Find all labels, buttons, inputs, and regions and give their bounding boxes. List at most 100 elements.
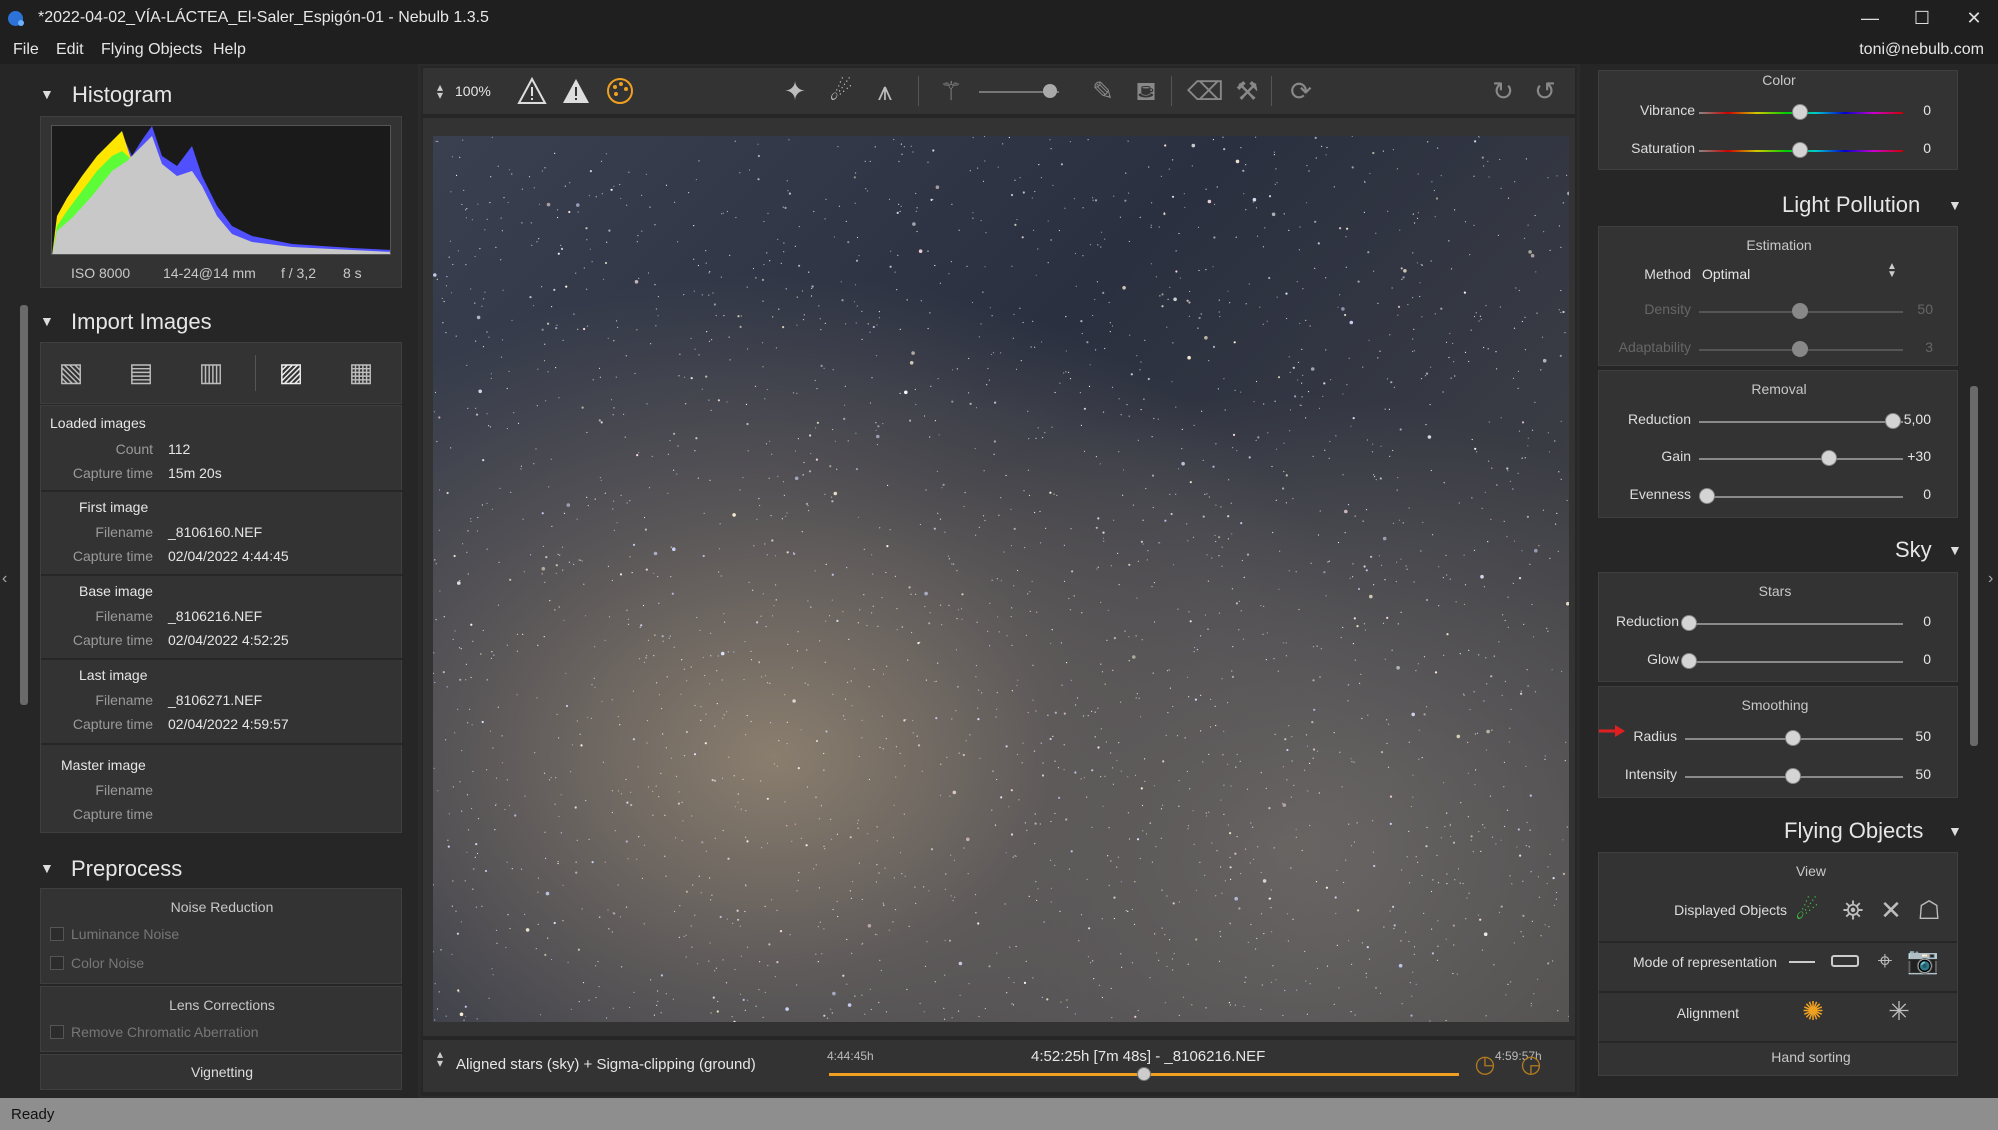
refresh-icon[interactable]: ⟳	[1285, 76, 1317, 106]
mode-spinner-icon[interactable]: ▴ ▾	[437, 1048, 443, 1069]
intensity-knob[interactable]	[1785, 768, 1801, 784]
capture-time-label: Capture time	[72, 632, 153, 648]
minimize-button[interactable]: —	[1850, 6, 1890, 30]
intensity-value[interactable]: 50	[1891, 766, 1931, 782]
zoom-level[interactable]: 100%	[455, 83, 491, 99]
adaptability-knob[interactable]	[1792, 341, 1808, 357]
collapse-triangle-icon[interactable]: ▼	[40, 860, 54, 876]
evenness-knob[interactable]	[1699, 488, 1715, 504]
broom-icon[interactable]: ⚒	[1231, 76, 1263, 106]
milky-way-image[interactable]	[433, 136, 1569, 1022]
stars-icon[interactable]: ✦	[779, 76, 811, 106]
reduction-slider[interactable]	[1699, 421, 1903, 423]
left-scrollbar[interactable]	[20, 305, 28, 705]
satellite-icon[interactable]: ✕	[1875, 895, 1907, 925]
vibrance-knob[interactable]	[1792, 104, 1808, 120]
box-mode-icon[interactable]	[1831, 955, 1859, 967]
gain-knob[interactable]	[1821, 450, 1837, 466]
chromatic-aberration-checkbox[interactable]	[50, 1025, 64, 1039]
gain-slider[interactable]	[1699, 458, 1903, 460]
stacking-mode[interactable]: Aligned stars (sky) + Sigma-clipping (gr…	[456, 1056, 756, 1073]
collapse-left-icon[interactable]: ‹	[2, 570, 7, 588]
vibrance-value[interactable]: 0	[1891, 102, 1931, 118]
milky-way-icon[interactable]: ☄	[825, 76, 857, 106]
brush-icon[interactable]: ✎	[1087, 76, 1119, 106]
collapse-triangle-icon[interactable]: ▼	[40, 313, 54, 329]
redo-icon[interactable]: ↻	[1487, 76, 1519, 106]
reduction-value[interactable]: 5,00	[1891, 411, 1931, 427]
menu-flying-objects[interactable]: Flying Objects	[101, 41, 202, 59]
close-button[interactable]: ✕	[1954, 6, 1994, 30]
luminance-noise-checkbox[interactable]	[50, 927, 64, 941]
clipboard-icon[interactable]: ▥	[195, 357, 227, 387]
luminance-noise-label: Luminance Noise	[71, 926, 180, 942]
import-folder-icon[interactable]: ▤	[125, 357, 157, 387]
brush-size-knob[interactable]	[1043, 84, 1057, 98]
method-select[interactable]: Optimal	[1702, 266, 1750, 282]
gain-value[interactable]: +30	[1891, 448, 1931, 464]
menu-file[interactable]: File	[13, 41, 39, 59]
import-photos-icon[interactable]: ▧	[55, 357, 87, 387]
sun-alignment-icon[interactable]: ✺	[1797, 996, 1829, 1026]
removal-heading: Removal	[1751, 381, 1807, 397]
evenness-slider[interactable]	[1699, 496, 1903, 498]
crosshair-mode-icon[interactable]: ⌖	[1869, 945, 1901, 975]
star-reduction-slider[interactable]	[1689, 623, 1903, 625]
first-capture-time: 02/04/2022 4:44:45	[168, 548, 289, 564]
collapse-right-icon[interactable]: ›	[1988, 570, 1993, 588]
evenness-label: Evenness	[1629, 486, 1691, 502]
collapse-triangle-icon[interactable]: ▼	[1948, 823, 1962, 839]
star-reduction-knob[interactable]	[1681, 615, 1697, 631]
import-info-panel: Loaded images Count 112 Capture time 15m…	[40, 405, 403, 833]
image-icon[interactable]: ▨	[275, 357, 307, 387]
ground-tower-icon[interactable]: ⩚	[869, 76, 901, 106]
glow-value[interactable]: 0	[1891, 651, 1931, 667]
color-noise-checkbox[interactable]	[50, 956, 64, 970]
clock-history-icon[interactable]: ◶	[1515, 1050, 1547, 1080]
density-knob[interactable]	[1792, 303, 1808, 319]
filename-label: Filename	[95, 692, 153, 708]
method-spinner-icon[interactable]: ▲ ▼	[1887, 262, 1897, 280]
ghost-icon[interactable]: ☖	[1913, 895, 1945, 925]
density-value: 50	[1917, 301, 1933, 317]
magic-wand-icon[interactable]: ⚚	[935, 76, 967, 106]
count-value: 112	[168, 441, 191, 457]
vibrance-label: Vibrance	[1639, 102, 1695, 118]
smoothing-panel: Smoothing Radius 50 Intensity 50	[1598, 686, 1958, 798]
loaded-images-heading: Loaded images	[50, 415, 146, 431]
maximize-button[interactable]: ☐	[1902, 6, 1942, 30]
saturation-knob[interactable]	[1792, 142, 1808, 158]
right-scrollbar[interactable]	[1970, 386, 1978, 746]
capture-time-label: Capture time	[72, 806, 153, 822]
bucket-icon[interactable]: ⛾	[1130, 76, 1162, 106]
star-reduction-value[interactable]: 0	[1891, 613, 1931, 629]
line-mode-icon[interactable]	[1789, 961, 1815, 963]
radius-knob[interactable]	[1785, 730, 1801, 746]
palette-icon[interactable]	[605, 76, 635, 106]
warning-outline-icon[interactable]	[517, 76, 547, 106]
clipboard-image-icon[interactable]: ▦	[345, 357, 377, 387]
undo-icon[interactable]: ↺	[1529, 76, 1561, 106]
glow-slider[interactable]	[1689, 661, 1903, 663]
radius-value[interactable]: 50	[1891, 728, 1931, 744]
collapse-triangle-icon[interactable]: ▼	[40, 86, 54, 102]
ufo-icon[interactable]: ⛯	[1837, 895, 1869, 925]
user-account-link[interactable]: toni@nebulb.com	[1859, 41, 1984, 59]
menu-edit[interactable]: Edit	[56, 41, 84, 59]
collapse-triangle-icon[interactable]: ▼	[1948, 197, 1962, 213]
noise-reduction-panel: Noise Reduction Luminance Noise Color No…	[40, 888, 402, 984]
meteor-icon[interactable]: ☄	[1791, 895, 1823, 925]
clock-forward-icon[interactable]: ◷	[1469, 1050, 1501, 1080]
saturation-value[interactable]: 0	[1891, 140, 1931, 156]
glow-knob[interactable]	[1681, 653, 1697, 669]
collapse-triangle-icon[interactable]: ▼	[1948, 542, 1962, 558]
lens-value: 14-24@14 mm	[163, 265, 256, 281]
eraser-icon[interactable]: ⌫	[1187, 76, 1224, 106]
camera-mode-icon[interactable]: 📷	[1905, 945, 1941, 975]
warning-filled-icon[interactable]	[561, 76, 591, 106]
star-alignment-icon[interactable]: ✳	[1883, 996, 1915, 1026]
status-text: Ready	[11, 1106, 55, 1123]
evenness-value[interactable]: 0	[1891, 486, 1931, 502]
menu-help[interactable]: Help	[213, 41, 246, 59]
timeline-knob[interactable]	[1137, 1067, 1151, 1081]
